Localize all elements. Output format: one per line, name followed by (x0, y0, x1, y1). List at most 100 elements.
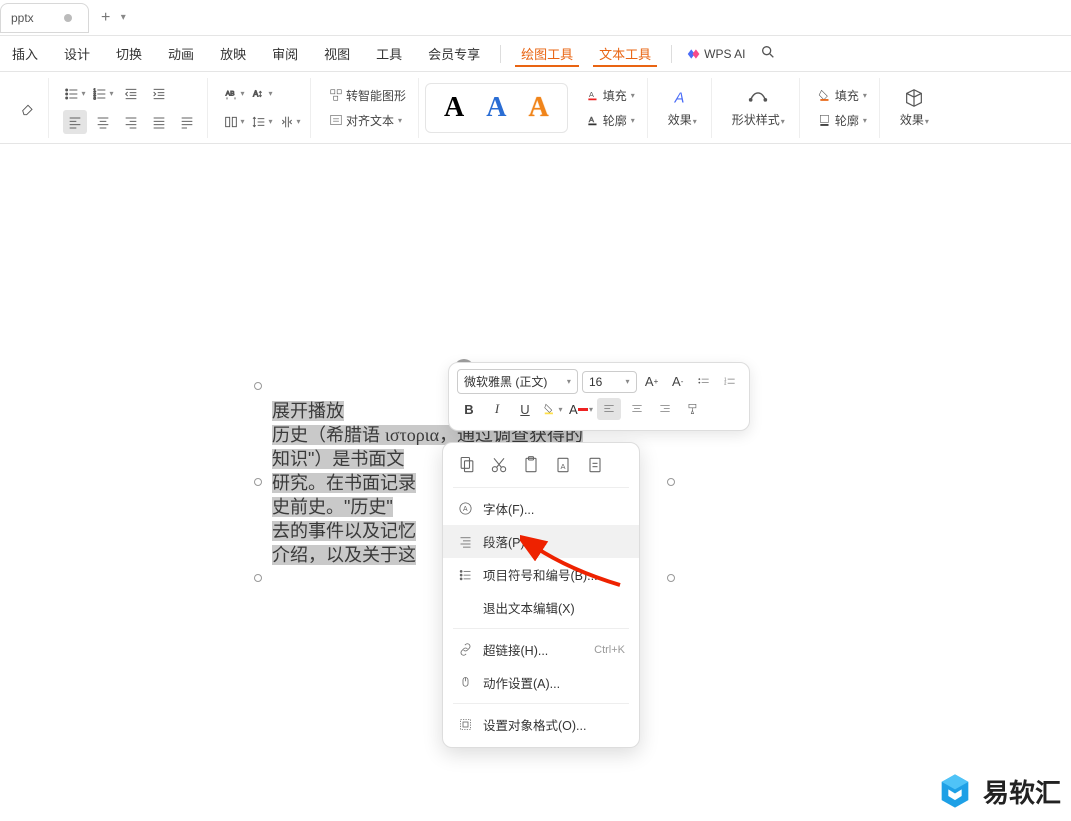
paste-button[interactable] (521, 455, 541, 475)
style-a-blue[interactable]: A (478, 90, 514, 126)
mini-align-left-button[interactable] (597, 398, 621, 420)
menu-review[interactable]: 审阅 (266, 40, 304, 67)
resize-handle-e[interactable] (667, 478, 675, 486)
mini-numbering-button[interactable]: 12 (719, 371, 741, 393)
shape-outline-button[interactable]: 轮廓▾ (814, 110, 871, 131)
text-effect-button[interactable]: A 效果▾ (662, 83, 703, 132)
text-fill-button[interactable]: A填充▾ (582, 85, 639, 106)
font-color-button[interactable]: A▾ (569, 398, 593, 420)
menu-text-tools[interactable]: 文本工具 (593, 40, 657, 67)
paste-special-icon (585, 455, 605, 475)
columns-button[interactable]: ▾ (222, 110, 246, 134)
text-effect-label: 效果 (668, 113, 692, 127)
text-outline-button[interactable]: A轮廓▾ (582, 110, 639, 131)
align-right-button[interactable] (119, 110, 143, 134)
numbering-button[interactable]: 123▾ (91, 82, 115, 106)
decrease-indent-button[interactable] (119, 82, 143, 106)
context-separator (453, 628, 629, 629)
text-direction-icon: AB (223, 86, 239, 102)
mini-bullets-button[interactable] (693, 371, 715, 393)
resize-handle-w[interactable] (254, 478, 262, 486)
style-a-black[interactable]: A (436, 90, 472, 126)
context-font-label: 字体(F)... (483, 499, 534, 518)
eraser-button[interactable] (16, 96, 40, 120)
increase-indent-button[interactable] (147, 82, 171, 106)
shape-fill-button[interactable]: 填充▾ (814, 85, 871, 106)
shape-effect-button[interactable]: 效果▾ (894, 83, 935, 132)
search-button[interactable] (760, 44, 776, 63)
menu-bar: 插入 设计 切换 动画 放映 审阅 视图 工具 会员专享 绘图工具 文本工具 W… (0, 36, 1071, 72)
shape-fill-label: 填充 (835, 87, 859, 104)
ribbon-group-shapefill: 填充▾ 轮廓▾ (806, 78, 880, 138)
mini-align-right-icon (658, 402, 672, 416)
copy-button[interactable] (457, 455, 477, 475)
text-effect-icon: A (671, 87, 693, 109)
svg-text:AB: AB (226, 90, 235, 97)
menu-tools[interactable]: 工具 (370, 40, 408, 67)
align-text-button[interactable]: 对齐文本▾ (325, 110, 410, 131)
font-size-select[interactable]: 16▾ (582, 371, 637, 393)
underline-button[interactable]: U (513, 398, 537, 420)
cut-button[interactable] (489, 455, 509, 475)
align-left-button[interactable] (63, 110, 87, 134)
resize-handle-sw[interactable] (254, 574, 262, 582)
line-spacing-button[interactable]: ▾ (250, 110, 274, 134)
new-tab-dropdown[interactable]: ▾ (121, 12, 126, 23)
bold-button[interactable]: B (457, 398, 481, 420)
document-tabs: pptx + ▾ (0, 0, 1071, 36)
format-object-icon (457, 717, 473, 733)
bullets-button[interactable]: ▾ (63, 82, 87, 106)
resize-handle-se[interactable] (667, 574, 675, 582)
italic-button[interactable]: I (485, 398, 509, 420)
align-center-button[interactable] (91, 110, 115, 134)
decrease-font-button[interactable]: A- (667, 371, 689, 393)
menu-member[interactable]: 会员专享 (422, 40, 486, 67)
bullets-icon (64, 86, 80, 102)
format-painter-button[interactable] (681, 398, 705, 420)
context-format-object[interactable]: 设置对象格式(O)... (443, 708, 639, 741)
align-justify-button[interactable] (147, 110, 171, 134)
ai-icon (686, 47, 700, 61)
wps-ai-button[interactable]: WPS AI (686, 47, 745, 61)
mini-toolbar: 微软雅黑 (正文)▾ 16▾ A+ A- 12 B I U ▾ A▾ (448, 362, 750, 431)
highlight-button[interactable]: ▾ (541, 398, 565, 420)
context-action[interactable]: 动作设置(A)... (443, 666, 639, 699)
menu-view[interactable]: 视图 (318, 40, 356, 67)
align-distribute-button[interactable] (175, 110, 199, 134)
font-size-tool-button[interactable]: A▾ (250, 82, 274, 106)
menu-animation[interactable]: 动画 (162, 40, 200, 67)
document-tab[interactable]: pptx (0, 3, 89, 33)
align-text-icon (329, 113, 343, 127)
mini-align-center-button[interactable] (625, 398, 649, 420)
context-paragraph[interactable]: 段落(P)... (443, 525, 639, 558)
svg-text:A: A (674, 91, 685, 107)
menu-slideshow[interactable]: 放映 (214, 40, 252, 67)
new-tab-button[interactable]: + (93, 5, 119, 31)
svg-text:A: A (589, 90, 595, 99)
menu-design[interactable]: 设计 (58, 40, 96, 67)
resize-handle-nw[interactable] (254, 382, 262, 390)
context-font[interactable]: A 字体(F)... (443, 492, 639, 525)
vertical-align-button[interactable]: ▾ (278, 110, 302, 134)
ribbon-group-texteffect: A 效果▾ (654, 78, 712, 138)
paste-special-button[interactable] (585, 455, 605, 475)
context-exit-edit[interactable]: 退出文本编辑(X) (443, 591, 639, 624)
mini-align-right-button[interactable] (653, 398, 677, 420)
smart-shape-button[interactable]: 转智能图形 (325, 85, 410, 106)
increase-font-button[interactable]: A+ (641, 371, 663, 393)
menu-transition[interactable]: 切换 (110, 40, 148, 67)
font-family-select[interactable]: 微软雅黑 (正文)▾ (457, 369, 578, 394)
context-bullets-label: 项目符号和编号(B)... (483, 565, 598, 584)
shape-style-button[interactable]: 形状样式▾ (726, 83, 791, 132)
context-hyperlink[interactable]: 超链接(H)... Ctrl+K (443, 633, 639, 666)
link-icon (457, 642, 473, 658)
style-a-orange[interactable]: A (520, 90, 556, 126)
menu-insert[interactable]: 插入 (6, 40, 44, 67)
text-direction-button[interactable]: AB▾ (222, 82, 246, 106)
context-separator (453, 703, 629, 704)
format-painter-icon (686, 402, 700, 416)
ribbon-group-eraser (8, 78, 49, 138)
context-bullets[interactable]: 项目符号和编号(B)... (443, 558, 639, 591)
paste-text-button[interactable]: A (553, 455, 573, 475)
menu-drawing-tools[interactable]: 绘图工具 (515, 40, 579, 67)
